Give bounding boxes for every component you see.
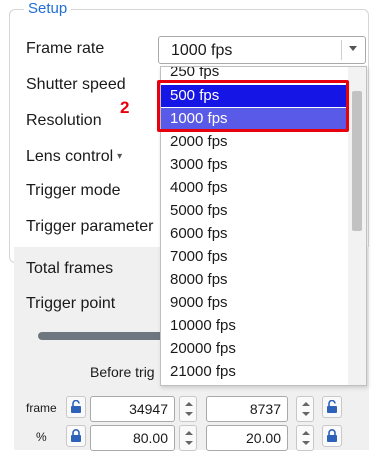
option-9000-fps[interactable]: 9000 fps [161, 292, 349, 314]
before-percent-spinner[interactable] [179, 425, 197, 451]
lock-toggle-before-frame[interactable] [66, 396, 86, 418]
option-4000-fps[interactable]: 4000 fps [161, 177, 349, 199]
lock-toggle-after-percent[interactable] [322, 425, 342, 447]
chevron-down-icon [349, 46, 357, 51]
after-percent-input[interactable]: 20.00 [206, 425, 288, 451]
spin-up-icon [185, 402, 193, 406]
frame-rate-combobox[interactable]: 1000 fps [158, 36, 366, 64]
option-20000-fps[interactable]: 20000 fps [161, 338, 349, 360]
annotation-step-number: 2 [120, 98, 130, 117]
lock-toggle-after-frame[interactable] [322, 396, 342, 418]
spin-down-icon [302, 441, 310, 445]
before-percent-input[interactable]: 80.00 [90, 425, 175, 451]
option-8000-fps[interactable]: 8000 fps [161, 269, 349, 291]
unlock-icon [327, 400, 337, 413]
lens-control-label: Lens control [26, 148, 114, 165]
trigger-mode-label: Trigger mode [26, 182, 121, 199]
lock-toggle-before-percent[interactable] [66, 425, 86, 447]
scrollbar-thumb[interactable] [352, 91, 362, 231]
lock-icon [327, 429, 337, 442]
group-title: Setup [24, 0, 72, 17]
trigger-parameter-label: Trigger parameter [26, 218, 154, 235]
frame-rate-label: Frame rate [26, 40, 105, 57]
option-10000-fps[interactable]: 10000 fps [161, 315, 349, 337]
before-frames-input[interactable]: 34947 [90, 396, 175, 422]
shutter-speed-label: Shutter speed [26, 76, 126, 93]
after-frames-spinner[interactable] [296, 396, 314, 422]
trigger-point-label: Trigger point [26, 295, 116, 312]
option-6000-fps[interactable]: 6000 fps [161, 223, 349, 245]
option-2000-fps[interactable]: 2000 fps [161, 131, 349, 153]
resolution-label: Resolution [26, 112, 102, 129]
option-3000-fps[interactable]: 3000 fps [161, 154, 349, 176]
spin-down-icon [185, 441, 193, 445]
before-frames-spinner[interactable] [179, 396, 197, 422]
option-21000-fps[interactable]: 21000 fps [161, 361, 349, 383]
spin-down-icon [302, 412, 310, 416]
combo-dropdown-button[interactable] [341, 40, 362, 60]
option-7000-fps[interactable]: 7000 fps [161, 246, 349, 268]
frame-rate-value: 1000 fps [171, 42, 233, 59]
before-trigger-label: Before trig [90, 364, 155, 380]
after-percent-spinner[interactable] [296, 425, 314, 451]
dropdown-scrollbar[interactable] [348, 67, 366, 385]
after-frames-input[interactable]: 8737 [206, 396, 288, 422]
total-frames-label: Total frames [26, 260, 114, 277]
lock-icon [71, 429, 81, 442]
lens-control-menu[interactable]: Lens control ▾ [26, 148, 122, 166]
annotation-highlight-box [157, 80, 349, 132]
unlock-icon [71, 400, 81, 413]
option-5000-fps[interactable]: 5000 fps [161, 200, 349, 222]
spin-up-icon [302, 431, 310, 435]
spin-up-icon [302, 402, 310, 406]
chevron-down-icon: ▾ [117, 151, 123, 162]
spin-down-icon [185, 412, 193, 416]
unit-label-percent: % [36, 430, 47, 444]
unit-label-frame: frame [26, 401, 57, 415]
spin-up-icon [185, 431, 193, 435]
